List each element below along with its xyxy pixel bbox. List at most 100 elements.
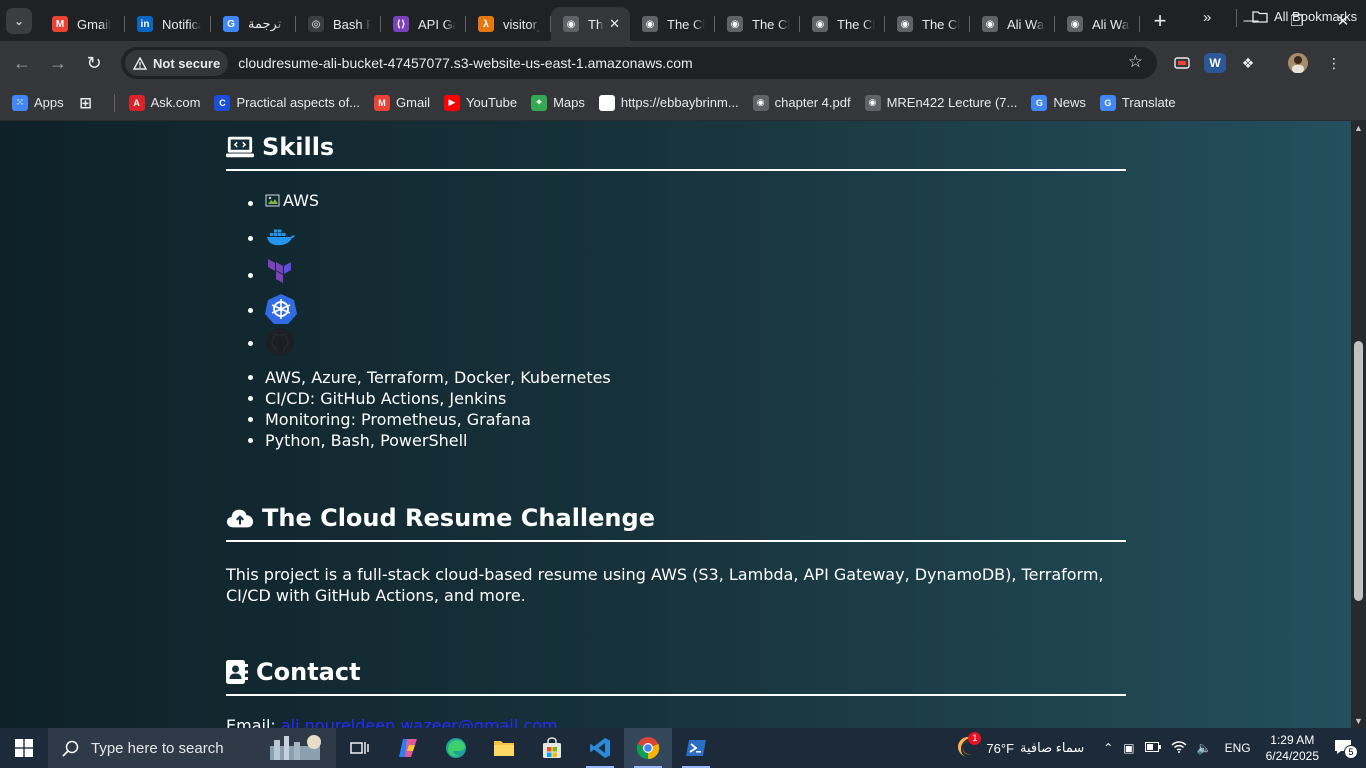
taskbar-search[interactable]: Type here to search: [48, 728, 336, 768]
input-language[interactable]: ENG: [1225, 741, 1251, 755]
battery-icon[interactable]: [1144, 741, 1161, 755]
browser-tab[interactable]: ◉ Ali Waz: [1055, 7, 1140, 41]
browser-tab[interactable]: G ترجمة e: [211, 7, 296, 41]
scroll-down-arrow-icon[interactable]: ▼: [1354, 716, 1363, 726]
bookmark-item[interactable]: ⌖ Maps: [531, 94, 585, 111]
word-extension-icon[interactable]: W: [1204, 53, 1226, 73]
notification-center-button[interactable]: 5: [1334, 739, 1358, 759]
back-button[interactable]: ←: [4, 45, 40, 81]
tab-title: Notifica: [162, 16, 201, 32]
docker-logo: [265, 225, 297, 253]
new-tab-button[interactable]: +: [1146, 7, 1174, 35]
browser-tab[interactable]: ⟨⟩ API Gat: [381, 7, 466, 41]
bookmark-item[interactable]: ⊞: [77, 94, 100, 112]
volume-icon[interactable]: 🔈: [1197, 741, 1212, 755]
extensions-puzzle-icon[interactable]: ❖: [1234, 49, 1262, 77]
reload-button[interactable]: ↻: [76, 45, 112, 81]
tab-title: API Gat: [418, 16, 456, 32]
skill-logo-item: [265, 293, 1126, 327]
vscode-icon: [590, 738, 610, 758]
lambda-icon: λ: [478, 16, 494, 32]
browser-tab[interactable]: ◉ The Clo: [715, 7, 800, 41]
windows-taskbar: Type here to search 1 76°F سماء صافية ⌃ …: [0, 728, 1366, 768]
kubernetes-logo: [265, 293, 297, 329]
globe-icon: ◉: [812, 16, 828, 32]
email-link[interactable]: ali.noureldeen.wazeer@gmail.com: [281, 716, 558, 728]
task-view-icon: [350, 742, 369, 754]
tab-title: The Clo: [752, 16, 790, 32]
globe-icon: ◉: [563, 16, 579, 32]
tab-groups-icon: ⊞: [77, 94, 94, 112]
tab-search-button[interactable]: ⌄: [6, 7, 32, 34]
page-scrollbar[interactable]: ▲ ▼: [1351, 121, 1366, 728]
menu-dots-icon[interactable]: ⋮: [1320, 49, 1348, 77]
copilot-app[interactable]: [384, 728, 432, 768]
bookmarks-divider: [1236, 9, 1237, 27]
bookmarks-bar: ⁙ Apps ⊞ A Ask.com C Practical aspects of... M G…: [0, 85, 1366, 121]
bookmark-item[interactable]: G Translate: [1099, 94, 1176, 111]
show-hidden-icons-chevron-icon[interactable]: ⌃: [1103, 741, 1113, 755]
powershell-app[interactable]: [672, 728, 720, 768]
more-bookmarks-chevron-icon[interactable]: »: [1203, 9, 1211, 26]
scroll-up-arrow-icon[interactable]: ▲: [1354, 123, 1363, 133]
browser-tab[interactable]: ◉ Ali Waz: [970, 7, 1055, 41]
tab-title: Ali Waz: [1007, 16, 1045, 32]
url-text[interactable]: cloudresume-ali-bucket-47457077.s3-websi…: [238, 55, 692, 71]
bookmark-item[interactable]: ▶ YouTube: [444, 94, 517, 111]
bookmark-label: Apps: [34, 95, 64, 110]
browser-tab[interactable]: ◉ The Clo: [630, 7, 715, 41]
gmail-icon: M: [52, 16, 68, 32]
browser-tab[interactable]: M Gmail: [40, 7, 125, 41]
arrow-right-icon: →: [49, 52, 67, 73]
browser-tab[interactable]: ◉ The Clo: [885, 7, 970, 41]
profile-avatar[interactable]: [1284, 49, 1312, 77]
task-view-button[interactable]: [336, 728, 384, 768]
bookmark-star-icon[interactable]: ☆: [1128, 52, 1143, 72]
skill-logos-list: AWS: [265, 191, 1126, 361]
wifi-icon[interactable]: [1171, 740, 1187, 756]
moon-weather-icon: 1: [956, 731, 982, 761]
bookmark-item[interactable]: ◉ chapter 4.pdf: [752, 94, 851, 111]
address-bar[interactable]: Not secure cloudresume-ali-bucket-474570…: [121, 47, 1157, 79]
bookmark-item[interactable]: G News: [1031, 94, 1086, 111]
clock[interactable]: 1:29 AM 6/24/2025: [1266, 732, 1319, 764]
all-bookmarks-button[interactable]: All Bookmarks: [1252, 9, 1357, 24]
close-tab-icon[interactable]: ✕: [609, 16, 620, 32]
email-label: Email:: [226, 716, 276, 728]
browser-tab[interactable]: ◉ Th ✕: [551, 7, 630, 41]
file-explorer-app[interactable]: [480, 728, 528, 768]
browser-tab[interactable]: ◉ The Clo: [800, 7, 885, 41]
bookmark-item[interactable]: https://ebbaybrinm...: [598, 94, 739, 111]
edge-app[interactable]: [432, 728, 480, 768]
bookmark-label: Maps: [553, 95, 585, 110]
vscode-app[interactable]: [576, 728, 624, 768]
plus-icon: +: [1153, 7, 1167, 33]
start-button[interactable]: [0, 728, 48, 768]
scrollbar-thumb[interactable]: [1354, 341, 1363, 601]
forward-button[interactable]: →: [40, 45, 76, 81]
globe-icon: ◉: [982, 16, 998, 32]
weather-widget[interactable]: 1 76°F سماء صافية: [956, 731, 1084, 761]
clock-time: 1:29 AM: [1270, 733, 1315, 747]
bookmark-label: https://ebbaybrinm...: [620, 95, 739, 110]
bookmark-item[interactable]: C Practical aspects of...: [214, 94, 360, 111]
skill-logo-item: [265, 327, 1126, 361]
terraform-logo: [265, 259, 295, 293]
challenge-heading-text: The Cloud Resume Challenge: [262, 504, 655, 532]
browser-tab[interactable]: in Notifica: [125, 7, 211, 41]
bookmark-item[interactable]: ◉ MREn422 Lecture (7...: [864, 94, 1017, 111]
skills-list: AWS, Azure, Terraform, Docker, Kubernete…: [265, 367, 1126, 451]
browser-tab[interactable]: λ visitor_: [466, 7, 551, 41]
bookmark-item[interactable]: ⁙ Apps: [12, 94, 64, 111]
challenge-description: This project is a full-stack cloud-based…: [226, 565, 1104, 605]
tab-title: Ali Waz: [1092, 16, 1130, 32]
meet-now-icon[interactable]: ▣: [1123, 741, 1134, 755]
cast-icon[interactable]: [1168, 49, 1196, 77]
chrome-app[interactable]: [624, 728, 672, 768]
store-app[interactable]: [528, 728, 576, 768]
bookmark-item[interactable]: M Gmail: [374, 94, 430, 111]
bookmark-item[interactable]: A Ask.com: [128, 94, 200, 111]
security-chip[interactable]: Not secure: [125, 50, 229, 76]
browser-tab[interactable]: ◎ Bash Pr: [296, 7, 381, 41]
tab-title: The Clo: [922, 16, 960, 32]
